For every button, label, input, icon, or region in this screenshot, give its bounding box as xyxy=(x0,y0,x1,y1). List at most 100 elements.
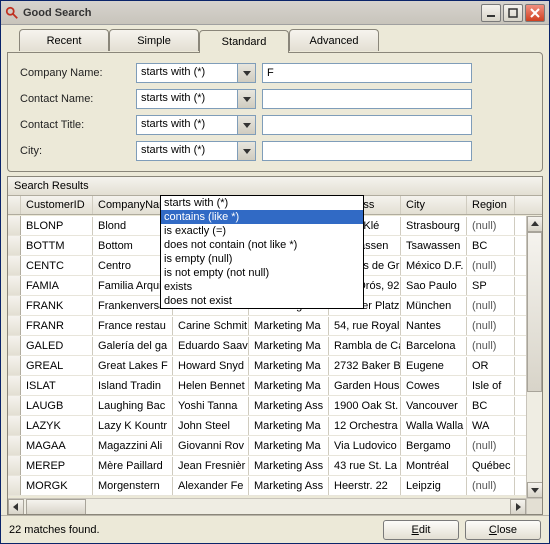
tab-standard[interactable]: Standard xyxy=(199,30,289,53)
table-cell: MORGK xyxy=(21,477,93,495)
table-cell: Heerstr. 22 xyxy=(329,477,401,495)
scroll-down-button[interactable] xyxy=(527,482,542,498)
table-cell: Morgenstern xyxy=(93,477,173,495)
tab-bar: Recent Simple Standard Advanced xyxy=(19,29,543,52)
minimize-button[interactable] xyxy=(481,4,501,22)
table-cell: Garden Hous xyxy=(329,377,401,395)
table-cell: BOTTM xyxy=(21,237,93,255)
scroll-left-button[interactable] xyxy=(8,499,24,514)
operator-option[interactable]: starts with (*) xyxy=(161,196,363,210)
table-cell: BC xyxy=(467,237,515,255)
city-input[interactable] xyxy=(262,141,472,161)
table-cell: 2732 Baker Bl xyxy=(329,357,401,375)
contact-title-op[interactable]: starts with (*) xyxy=(136,115,256,135)
status-text: 22 matches found. xyxy=(9,524,377,536)
tab-recent[interactable]: Recent xyxy=(19,29,109,51)
chevron-down-icon[interactable] xyxy=(237,142,255,160)
table-cell: (null) xyxy=(467,337,515,355)
table-cell: John Steel xyxy=(173,417,249,435)
table-cell: Barcelona xyxy=(401,337,467,355)
scrollbar-thumb[interactable] xyxy=(527,232,542,392)
table-cell: Lazy K Kountr xyxy=(93,417,173,435)
table-cell: FRANK xyxy=(21,297,93,315)
table-cell: WA xyxy=(467,417,515,435)
tab-simple[interactable]: Simple xyxy=(109,29,199,51)
table-cell: Mère Paillard xyxy=(93,457,173,475)
table-cell: Marketing Ma xyxy=(249,417,329,435)
table-cell: Rambla de Ca xyxy=(329,337,401,355)
close-button[interactable]: Close xyxy=(465,520,541,540)
table-cell: (null) xyxy=(467,257,515,275)
table-cell: Walla Walla xyxy=(401,417,467,435)
table-cell: CENTC xyxy=(21,257,93,275)
table-cell: Marketing Ma xyxy=(249,317,329,335)
operator-option[interactable]: does not exist xyxy=(161,294,363,308)
table-row[interactable]: FRANRFrance restauCarine SchmitMarketing… xyxy=(8,316,526,336)
table-cell: Marketing Ass xyxy=(249,397,329,415)
table-cell: Leipzig xyxy=(401,477,467,495)
table-cell: 12 Orchestra xyxy=(329,417,401,435)
chevron-down-icon[interactable] xyxy=(237,116,255,134)
column-header[interactable]: Region xyxy=(467,196,515,214)
column-header[interactable]: CustomerID xyxy=(21,196,93,214)
table-cell: Magazzini Ali xyxy=(93,437,173,455)
table-cell: Marketing Ma xyxy=(249,357,329,375)
table-cell: Eugene xyxy=(401,357,467,375)
table-row[interactable]: ISLATIsland TradinHelen BennetMarketing … xyxy=(8,376,526,396)
company-name-input[interactable] xyxy=(262,63,472,83)
app-icon xyxy=(5,6,19,20)
table-cell: Vancouver xyxy=(401,397,467,415)
table-cell: 43 rue St. La xyxy=(329,457,401,475)
table-cell: France restau xyxy=(93,317,173,335)
operator-option[interactable]: exists xyxy=(161,280,363,294)
scroll-corner xyxy=(526,498,542,514)
company-name-label: Company Name: xyxy=(20,67,130,79)
operator-option[interactable]: is not empty (not null) xyxy=(161,266,363,280)
table-row[interactable]: LAUGBLaughing BacYoshi TannaMarketing As… xyxy=(8,396,526,416)
table-row[interactable]: GREALGreat Lakes FHoward SnydMarketing M… xyxy=(8,356,526,376)
operator-option[interactable]: is exactly (=) xyxy=(161,224,363,238)
table-cell: Alexander Fe xyxy=(173,477,249,495)
operator-option[interactable]: contains (like *) xyxy=(161,210,363,224)
table-cell: Isle of xyxy=(467,377,515,395)
scrollbar-thumb[interactable] xyxy=(26,499,86,514)
city-op[interactable]: starts with (*) xyxy=(136,141,256,161)
table-row[interactable]: MEREPMère PaillardJean FresnièrMarketing… xyxy=(8,456,526,476)
table-cell: Sao Paulo xyxy=(401,277,467,295)
contact-title-input[interactable] xyxy=(262,115,472,135)
horizontal-scrollbar[interactable] xyxy=(8,498,526,514)
table-cell: ISLAT xyxy=(21,377,93,395)
table-cell: (null) xyxy=(467,477,515,495)
column-header[interactable] xyxy=(8,196,21,214)
table-row[interactable]: MAGAAMagazzini AliGiovanni RovMarketing … xyxy=(8,436,526,456)
contact-name-input[interactable] xyxy=(262,89,472,109)
table-row[interactable]: GALEDGalería del gaEduardo SaavMarketing… xyxy=(8,336,526,356)
column-header[interactable]: City xyxy=(401,196,467,214)
edit-button[interactable]: Edit xyxy=(383,520,459,540)
vertical-scrollbar[interactable] xyxy=(526,216,542,498)
table-cell: Great Lakes F xyxy=(93,357,173,375)
scroll-up-button[interactable] xyxy=(527,216,542,232)
close-window-button[interactable] xyxy=(525,4,545,22)
chevron-down-icon[interactable] xyxy=(237,90,255,108)
scroll-right-button[interactable] xyxy=(510,499,526,514)
contact-title-label: Contact Title: xyxy=(20,119,130,131)
maximize-button[interactable] xyxy=(503,4,523,22)
results-title: Search Results xyxy=(8,177,542,196)
table-cell: México D.F. xyxy=(401,257,467,275)
operator-option[interactable]: is empty (null) xyxy=(161,252,363,266)
operator-option[interactable]: does not contain (not like *) xyxy=(161,238,363,252)
tab-advanced[interactable]: Advanced xyxy=(289,29,379,51)
company-name-op[interactable]: starts with (*) xyxy=(136,63,256,83)
table-cell: Island Tradin xyxy=(93,377,173,395)
table-cell: 54, rue Royal xyxy=(329,317,401,335)
table-cell: (null) xyxy=(467,317,515,335)
table-row[interactable]: LAZYKLazy K KountrJohn SteelMarketing Ma… xyxy=(8,416,526,436)
chevron-down-icon[interactable] xyxy=(237,64,255,82)
operator-dropdown: starts with (*)contains (like *)is exact… xyxy=(160,195,364,309)
table-row[interactable]: MORGKMorgensternAlexander FeMarketing As… xyxy=(8,476,526,496)
table-cell: Marketing Ass xyxy=(249,477,329,495)
contact-name-op[interactable]: starts with (*) xyxy=(136,89,256,109)
table-cell: Helen Bennet xyxy=(173,377,249,395)
table-cell: Eduardo Saav xyxy=(173,337,249,355)
